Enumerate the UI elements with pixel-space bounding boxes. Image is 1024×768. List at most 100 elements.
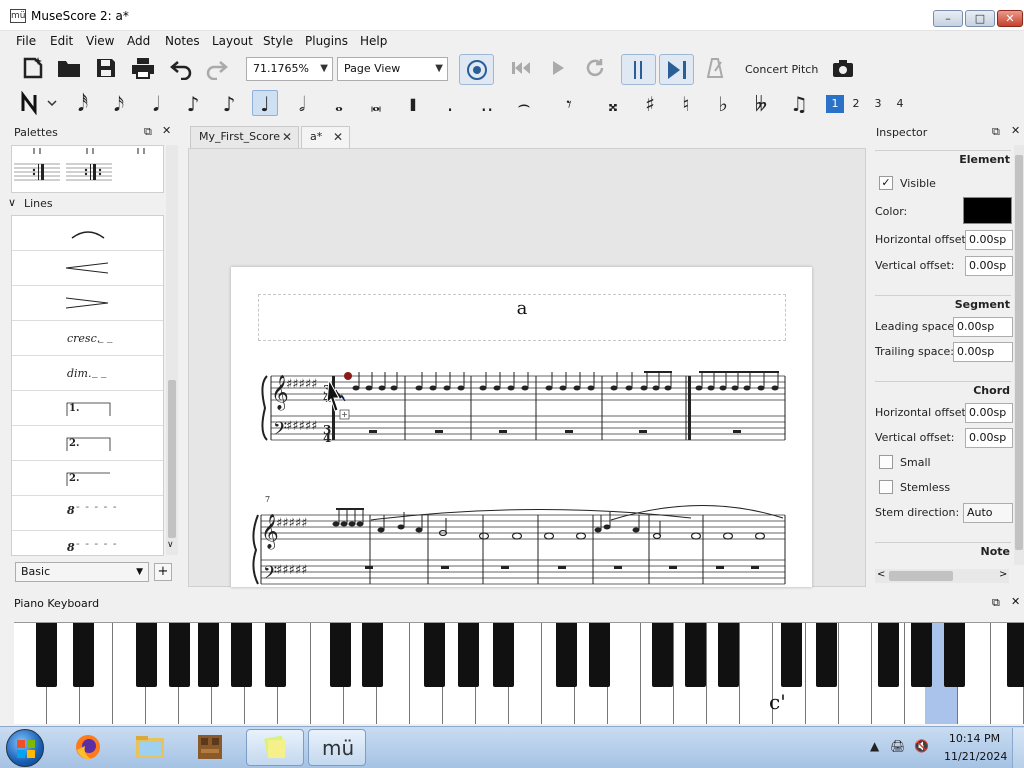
white-key[interactable] xyxy=(608,623,641,724)
taskbar-firefox[interactable] xyxy=(60,729,118,766)
loop-icon[interactable] xyxy=(582,56,608,82)
black-key[interactable] xyxy=(493,623,514,687)
play-repeats-button[interactable] xyxy=(621,54,656,85)
camera-icon[interactable] xyxy=(830,56,856,82)
add-palette-button[interactable]: + xyxy=(154,563,172,581)
volta-2-open-item[interactable]: 2. xyxy=(12,461,163,496)
menu-style[interactable]: Style xyxy=(263,34,293,48)
menu-notes[interactable]: Notes xyxy=(165,34,200,48)
slur-palette-item[interactable] xyxy=(12,216,163,251)
undo-icon[interactable] xyxy=(168,56,194,82)
minimize-button[interactable]: – xyxy=(933,10,963,27)
taskbar-sticky-notes[interactable] xyxy=(246,729,304,766)
double-sharp-icon[interactable]: 𝄪 xyxy=(600,91,626,117)
flat-icon[interactable]: ♭ xyxy=(710,91,736,117)
close-window-button[interactable]: ✕ xyxy=(997,10,1023,27)
visible-checkbox[interactable]: ✓ xyxy=(879,176,893,190)
scrollbar-thumb[interactable] xyxy=(1015,155,1023,550)
eighth-note-icon[interactable]: ♪ xyxy=(216,91,242,117)
augmentation-dot-icon[interactable]: . xyxy=(437,91,463,117)
black-key[interactable] xyxy=(36,623,57,687)
small-checkbox[interactable] xyxy=(879,455,893,469)
tab-my-first-score[interactable]: My_First_Score ✕ xyxy=(190,126,299,148)
menu-edit[interactable]: Edit xyxy=(50,34,73,48)
concert-pitch-button[interactable]: Concert Pitch xyxy=(745,63,818,76)
inspector-horizontal-scrollbar[interactable]: < > xyxy=(875,569,1009,583)
black-key[interactable] xyxy=(362,623,383,687)
element-v-offset-field[interactable]: 0.00sp xyxy=(965,256,1013,276)
volume-muted-icon[interactable]: 🔇 xyxy=(914,739,929,753)
close-icon[interactable]: ✕ xyxy=(1011,124,1020,137)
chord-v-offset-field[interactable]: 0.00sp xyxy=(965,428,1013,448)
black-key[interactable] xyxy=(330,623,351,687)
close-tab-icon[interactable]: ✕ xyxy=(333,127,343,147)
black-key[interactable] xyxy=(424,623,445,687)
color-picker[interactable] xyxy=(963,197,1012,224)
black-key[interactable] xyxy=(589,623,610,687)
score-notation[interactable]: 𝄞 𝄢 ♯♯♯♯♯ ♯♯♯♯♯ 3 4 3 4 xyxy=(231,360,812,586)
tab-a[interactable]: a* ✕ xyxy=(301,126,350,148)
close-icon[interactable]: ✕ xyxy=(162,124,171,137)
undock-icon[interactable]: ⧉ xyxy=(992,125,1000,139)
longa-icon[interactable]: 𝅛 xyxy=(400,91,426,117)
close-tab-icon[interactable]: ✕ xyxy=(282,127,292,147)
scroll-right-arrow-icon[interactable]: > xyxy=(999,569,1007,580)
ottava-8vb-item[interactable]: 8 - - - - - xyxy=(12,531,163,555)
black-key[interactable] xyxy=(1007,623,1024,687)
taskbar-musescore[interactable]: mü xyxy=(308,729,366,766)
menu-help[interactable]: Help xyxy=(360,34,387,48)
dim-line-item[interactable]: dim. _ _ xyxy=(12,356,163,391)
black-key[interactable] xyxy=(911,623,932,687)
metronome-icon[interactable] xyxy=(702,56,728,82)
element-h-offset-field[interactable]: 0.00sp xyxy=(965,230,1013,250)
scroll-down-arrow-icon[interactable]: ∨ xyxy=(167,540,174,550)
black-key[interactable] xyxy=(169,623,190,687)
16th-note-icon[interactable]: 𝅘𝅥 xyxy=(143,91,169,117)
black-key[interactable] xyxy=(944,623,965,687)
show-hidden-icons-arrow[interactable]: ▲ xyxy=(870,739,879,753)
double-flat-icon[interactable]: 𝄫 xyxy=(748,91,774,117)
inspector-vertical-scrollbar[interactable] xyxy=(1014,145,1024,565)
taskbar-file-explorer[interactable] xyxy=(121,729,179,766)
black-key[interactable] xyxy=(816,623,837,687)
black-key[interactable] xyxy=(198,623,219,687)
rest-icon[interactable]: 𝄾 xyxy=(556,91,582,117)
menu-layout[interactable]: Layout xyxy=(212,34,253,48)
workspace-select[interactable]: Basic ▼ xyxy=(15,562,149,582)
flip-direction-icon[interactable]: ♫ xyxy=(786,91,812,117)
network-icon[interactable]: 🖨 xyxy=(890,739,905,753)
double-dot-icon[interactable]: .. xyxy=(474,91,500,117)
voice-1-button[interactable]: 1 xyxy=(826,95,844,113)
decrescendo-hairpin-item[interactable] xyxy=(12,286,163,321)
black-key[interactable] xyxy=(265,623,286,687)
save-icon[interactable] xyxy=(93,56,119,82)
menu-add[interactable]: Add xyxy=(127,34,150,48)
pan-score-button[interactable] xyxy=(659,54,694,85)
new-file-icon[interactable] xyxy=(20,56,46,82)
undock-icon[interactable]: ⧉ xyxy=(144,125,152,139)
eighth-note-icon[interactable]: ♪ xyxy=(180,91,206,117)
menu-file[interactable]: File xyxy=(16,34,36,48)
crescendo-hairpin-item[interactable] xyxy=(12,251,163,286)
black-key[interactable] xyxy=(718,623,739,687)
half-note-icon[interactable]: 𝅗𝅥 xyxy=(289,91,315,117)
leading-space-field[interactable]: 0.00sp xyxy=(953,317,1013,337)
taskbar-clock-date[interactable]: 11/21/2024 xyxy=(944,750,1007,763)
menu-plugins[interactable]: Plugins xyxy=(305,34,348,48)
64th-note-icon[interactable]: 𝅘𝅥𝅰 xyxy=(70,91,96,117)
close-icon[interactable]: ✕ xyxy=(1011,595,1020,608)
stem-direction-select[interactable]: Auto xyxy=(963,503,1013,523)
lines-section-header[interactable]: ∨ Lines xyxy=(1,194,154,214)
play-icon[interactable] xyxy=(545,56,571,82)
black-key[interactable] xyxy=(781,623,802,687)
scroll-left-arrow-icon[interactable]: < xyxy=(877,569,885,580)
menu-view[interactable]: View xyxy=(86,34,114,48)
view-mode-select[interactable]: Page View ▼ xyxy=(337,57,448,81)
palettes-scrollbar[interactable] xyxy=(166,145,178,555)
piano-keyboard[interactable] xyxy=(14,622,1024,724)
ottava-8va-item[interactable]: 8 - - - - - xyxy=(12,496,163,531)
black-key[interactable] xyxy=(231,623,252,687)
note-input-mode-icon[interactable] xyxy=(20,90,60,117)
32nd-note-icon[interactable]: 𝅘𝅥𝅯 xyxy=(106,91,132,117)
voice-3-button[interactable]: 3 xyxy=(869,95,887,113)
